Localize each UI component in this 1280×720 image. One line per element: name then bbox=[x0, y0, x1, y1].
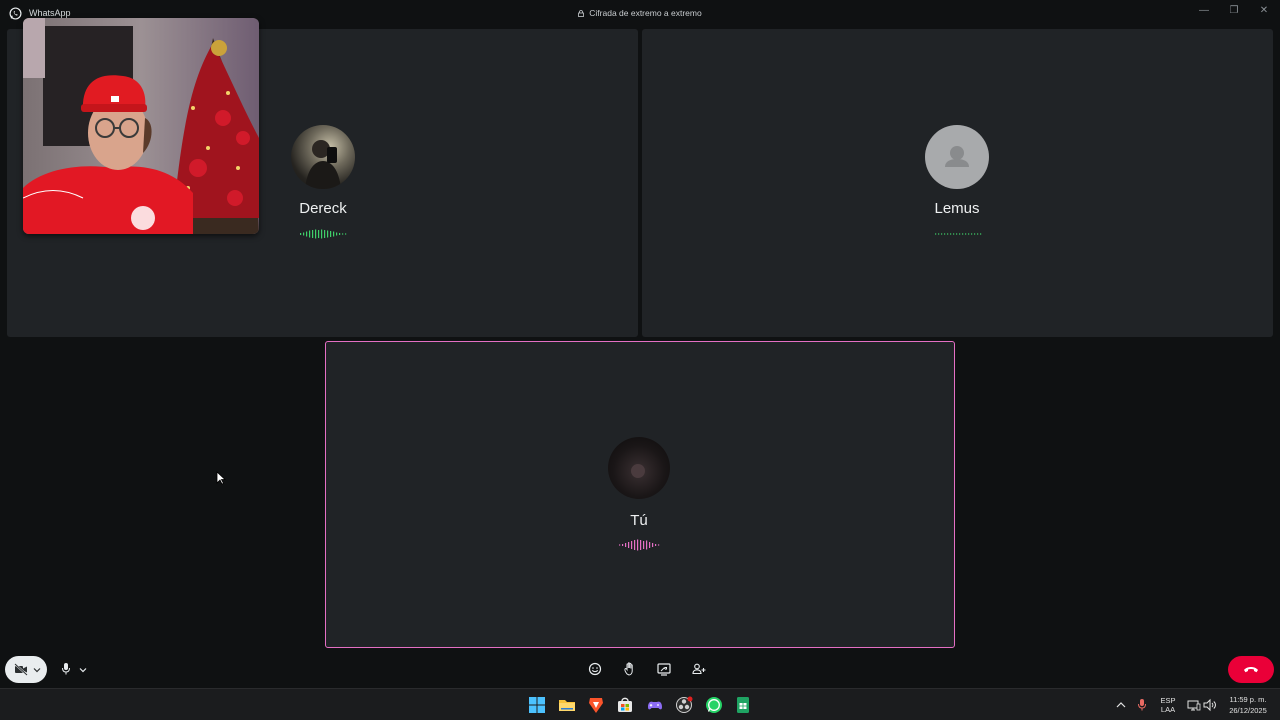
camera-feed-image bbox=[23, 18, 259, 234]
avatar-lemus bbox=[925, 125, 989, 189]
microphone-icon bbox=[62, 663, 70, 675]
camera-toggle-button[interactable] bbox=[5, 656, 47, 683]
file-explorer-icon[interactable] bbox=[557, 695, 577, 715]
microphone-toggle-button[interactable] bbox=[54, 656, 94, 683]
clock-date: 26/12/2025 bbox=[1229, 706, 1267, 715]
audio-wave-dereck bbox=[300, 229, 347, 239]
participant-name-self: Tú bbox=[630, 512, 648, 529]
minimize-button[interactable]: — bbox=[1197, 5, 1211, 17]
raise-hand-button[interactable] bbox=[621, 660, 639, 678]
close-button[interactable]: ✕ bbox=[1257, 5, 1271, 17]
chevron-down-icon bbox=[79, 668, 87, 673]
call-window: WhatsApp Cifrada de extremo a extremo — … bbox=[0, 0, 1280, 688]
mouse-cursor-icon bbox=[216, 471, 226, 485]
avatar-dereck bbox=[291, 125, 355, 189]
encryption-text: Cifrada de extremo a extremo bbox=[589, 8, 702, 18]
audio-wave-lemus bbox=[935, 233, 982, 235]
keyboard-layout-code: LAA bbox=[1160, 705, 1176, 714]
system-clock[interactable]: 11:59 p. m. 26/12/2025 bbox=[1222, 695, 1274, 715]
avatar-photo-icon bbox=[631, 464, 645, 478]
brave-icon[interactable] bbox=[586, 695, 606, 715]
avatar-photo-icon bbox=[305, 140, 341, 189]
emoji-reaction-button[interactable] bbox=[586, 660, 604, 678]
lock-icon bbox=[578, 10, 585, 17]
volume-icon[interactable] bbox=[1203, 698, 1217, 712]
end-call-icon bbox=[1244, 667, 1258, 673]
os-taskbar: ESP LAA 11:59 p. m. 26/12/2025 bbox=[0, 688, 1280, 720]
game-icon[interactable] bbox=[645, 695, 665, 715]
avatar-self bbox=[608, 437, 670, 499]
participants-button[interactable] bbox=[690, 660, 708, 678]
clock-time: 11:59 p. m. bbox=[1229, 695, 1267, 704]
obs-icon[interactable] bbox=[674, 695, 694, 715]
participant-tile-lemus[interactable]: Lemus bbox=[642, 29, 1273, 337]
self-video-preview[interactable] bbox=[23, 18, 259, 234]
chevron-down-icon bbox=[33, 668, 41, 673]
whatsapp-icon[interactable] bbox=[704, 695, 724, 715]
sheets-icon[interactable] bbox=[733, 695, 753, 715]
encryption-notice: Cifrada de extremo a extremo bbox=[0, 8, 1280, 18]
restore-button[interactable]: ❐ bbox=[1227, 5, 1241, 17]
show-hidden-icons-chevron-icon[interactable] bbox=[1116, 701, 1126, 709]
share-screen-button[interactable] bbox=[655, 660, 673, 678]
microphone-in-use-icon[interactable] bbox=[1137, 698, 1147, 712]
store-icon[interactable] bbox=[615, 695, 635, 715]
network-icon[interactable] bbox=[1187, 698, 1201, 712]
language-code: ESP bbox=[1160, 696, 1176, 705]
end-call-button[interactable] bbox=[1228, 656, 1274, 683]
start-icon[interactable] bbox=[527, 695, 547, 715]
camera-off-icon bbox=[14, 663, 28, 676]
participant-name-dereck: Dereck bbox=[299, 200, 347, 217]
participant-tile-self[interactable]: Tú bbox=[325, 341, 955, 648]
default-user-icon bbox=[945, 146, 969, 167]
participant-name-lemus: Lemus bbox=[934, 200, 980, 217]
audio-wave-self bbox=[619, 539, 660, 551]
input-language-indicator[interactable]: ESP LAA bbox=[1156, 696, 1180, 714]
